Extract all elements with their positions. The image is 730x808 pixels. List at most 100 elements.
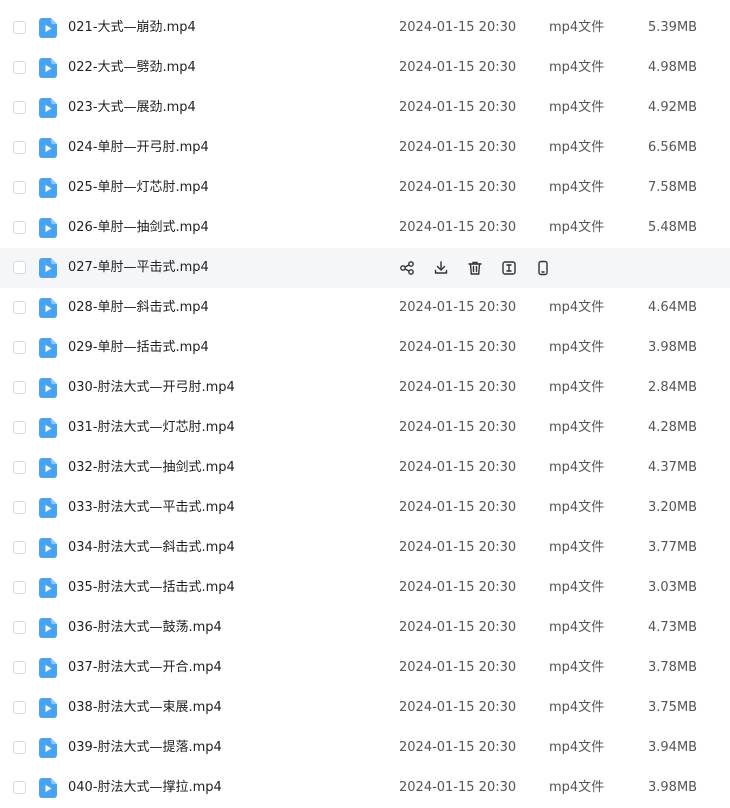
file-type: mp4文件 bbox=[549, 700, 605, 715]
file-name[interactable]: 037-肘法大式—开合.mp4 bbox=[68, 648, 222, 688]
file-name[interactable]: 038-肘法大式—束展.mp4 bbox=[68, 688, 222, 728]
file-date: 2024-01-15 20:30 bbox=[399, 740, 517, 755]
video-file-icon bbox=[39, 98, 57, 118]
row-checkbox[interactable] bbox=[13, 141, 26, 154]
file-size: 4.64MB bbox=[648, 300, 698, 315]
file-row[interactable]: 030-肘法大式—开弓肘.mp4 2024-01-15 20:30 mp4文件 2.8… bbox=[0, 368, 730, 408]
row-checkbox[interactable] bbox=[13, 101, 26, 114]
file-row[interactable]: 028-单肘—斜击式.mp4 2024-01-15 20:30 mp4文件 4.64M… bbox=[0, 288, 730, 328]
file-date: 2024-01-15 20:30 bbox=[399, 100, 517, 115]
file-name[interactable]: 029-单肘—括击式.mp4 bbox=[68, 328, 209, 368]
file-row[interactable]: 035-肘法大式—括击式.mp4 2024-01-15 20:30 mp4文件 3.0… bbox=[0, 568, 730, 608]
file-date: 2024-01-15 20:30 bbox=[399, 660, 517, 675]
row-checkbox[interactable] bbox=[13, 421, 26, 434]
file-row[interactable]: 039-肘法大式—提落.mp4 2024-01-15 20:30 mp4文件 3.94… bbox=[0, 728, 730, 768]
file-size: 2.84MB bbox=[648, 380, 698, 395]
download-icon[interactable] bbox=[432, 259, 450, 277]
video-file-icon bbox=[39, 698, 57, 718]
rename-icon[interactable] bbox=[500, 259, 518, 277]
video-file-icon bbox=[39, 218, 57, 238]
row-checkbox[interactable] bbox=[13, 21, 26, 34]
file-date: 2024-01-15 20:30 bbox=[399, 220, 517, 235]
file-type: mp4文件 bbox=[549, 420, 605, 435]
file-type: mp4文件 bbox=[549, 460, 605, 475]
file-name[interactable]: 030-肘法大式—开弓肘.mp4 bbox=[68, 368, 235, 408]
file-size: 3.20MB bbox=[648, 500, 698, 515]
file-name[interactable]: 031-肘法大式—灯芯肘.mp4 bbox=[68, 408, 235, 448]
row-checkbox[interactable] bbox=[13, 261, 26, 274]
file-row[interactable]: 031-肘法大式—灯芯肘.mp4 2024-01-15 20:30 mp4文件 4.2… bbox=[0, 408, 730, 448]
file-type: mp4文件 bbox=[549, 380, 605, 395]
share-icon[interactable] bbox=[398, 259, 416, 277]
file-type: mp4文件 bbox=[549, 220, 605, 235]
delete-icon[interactable] bbox=[466, 259, 484, 277]
mobile-icon[interactable] bbox=[534, 259, 552, 277]
file-name[interactable]: 027-单肘—平击式.mp4 bbox=[68, 248, 209, 288]
file-name[interactable]: 024-单肘—开弓肘.mp4 bbox=[68, 128, 209, 168]
file-name[interactable]: 021-大式—崩劲.mp4 bbox=[68, 8, 196, 48]
file-size: 3.77MB bbox=[648, 540, 698, 555]
file-name[interactable]: 028-单肘—斜击式.mp4 bbox=[68, 288, 209, 328]
file-row[interactable]: 032-肘法大式—抽剑式.mp4 2024-01-15 20:30 mp4文件 4.3… bbox=[0, 448, 730, 488]
file-row[interactable]: 034-肘法大式—斜击式.mp4 2024-01-15 20:30 mp4文件 3.7… bbox=[0, 528, 730, 568]
file-name[interactable]: 036-肘法大式—鼓荡.mp4 bbox=[68, 608, 222, 648]
file-name[interactable]: 039-肘法大式—提落.mp4 bbox=[68, 728, 222, 768]
row-checkbox[interactable] bbox=[13, 661, 26, 674]
file-name[interactable]: 032-肘法大式—抽剑式.mp4 bbox=[68, 448, 235, 488]
file-name[interactable]: 023-大式—展劲.mp4 bbox=[68, 88, 196, 128]
file-row[interactable]: 022-大式—劈劲.mp4 2024-01-15 20:30 mp4文件 4.98MB bbox=[0, 48, 730, 88]
row-checkbox[interactable] bbox=[13, 61, 26, 74]
file-size: 4.73MB bbox=[648, 620, 698, 635]
file-row[interactable]: 027-单肘—平击式.mp4 bbox=[0, 248, 730, 288]
row-checkbox[interactable] bbox=[13, 221, 26, 234]
file-date: 2024-01-15 20:30 bbox=[399, 340, 517, 355]
row-checkbox[interactable] bbox=[13, 741, 26, 754]
file-name[interactable]: 025-单肘—灯芯肘.mp4 bbox=[68, 168, 209, 208]
file-row[interactable]: 023-大式—展劲.mp4 2024-01-15 20:30 mp4文件 4.92MB bbox=[0, 88, 730, 128]
video-file-icon bbox=[39, 258, 57, 278]
file-row[interactable]: 037-肘法大式—开合.mp4 2024-01-15 20:30 mp4文件 3.78… bbox=[0, 648, 730, 688]
file-row[interactable]: 040-肘法大式—撑拉.mp4 2024-01-15 20:30 mp4文件 3.98… bbox=[0, 768, 730, 808]
file-size: 7.58MB bbox=[648, 180, 698, 195]
row-checkbox[interactable] bbox=[13, 381, 26, 394]
file-row[interactable]: 025-单肘—灯芯肘.mp4 2024-01-15 20:30 mp4文件 7.58M… bbox=[0, 168, 730, 208]
file-date: 2024-01-15 20:30 bbox=[399, 580, 517, 595]
file-size: 4.92MB bbox=[648, 100, 698, 115]
file-row[interactable]: 026-单肘—抽剑式.mp4 2024-01-15 20:30 mp4文件 5.48M… bbox=[0, 208, 730, 248]
file-name[interactable]: 033-肘法大式—平击式.mp4 bbox=[68, 488, 235, 528]
row-checkbox[interactable] bbox=[13, 621, 26, 634]
file-name[interactable]: 026-单肘—抽剑式.mp4 bbox=[68, 208, 209, 248]
row-checkbox[interactable] bbox=[13, 541, 26, 554]
file-type: mp4文件 bbox=[549, 60, 605, 75]
file-list: 021-大式—崩劲.mp4 2024-01-15 20:30 mp4文件 5.39MB… bbox=[0, 0, 730, 807]
row-checkbox[interactable] bbox=[13, 701, 26, 714]
file-row[interactable]: 021-大式—崩劲.mp4 2024-01-15 20:30 mp4文件 5.39MB bbox=[0, 8, 730, 48]
video-file-icon bbox=[39, 538, 57, 558]
row-checkbox[interactable] bbox=[13, 181, 26, 194]
file-date: 2024-01-15 20:30 bbox=[399, 620, 517, 635]
file-name[interactable]: 035-肘法大式—括击式.mp4 bbox=[68, 568, 235, 608]
file-row[interactable]: 029-单肘—括击式.mp4 2024-01-15 20:30 mp4文件 3.98M… bbox=[0, 328, 730, 368]
video-file-icon bbox=[39, 378, 57, 398]
row-checkbox[interactable] bbox=[13, 581, 26, 594]
row-checkbox[interactable] bbox=[13, 501, 26, 514]
file-name[interactable]: 040-肘法大式—撑拉.mp4 bbox=[68, 768, 222, 808]
row-checkbox[interactable] bbox=[13, 341, 26, 354]
file-row[interactable]: 024-单肘—开弓肘.mp4 2024-01-15 20:30 mp4文件 6.56M… bbox=[0, 128, 730, 168]
video-file-icon bbox=[39, 338, 57, 358]
video-file-icon bbox=[39, 578, 57, 598]
row-checkbox[interactable] bbox=[13, 301, 26, 314]
file-size: 3.75MB bbox=[648, 700, 698, 715]
file-row[interactable]: 033-肘法大式—平击式.mp4 2024-01-15 20:30 mp4文件 3.2… bbox=[0, 488, 730, 528]
video-file-icon bbox=[39, 138, 57, 158]
row-checkbox[interactable] bbox=[13, 781, 26, 794]
file-size: 5.39MB bbox=[648, 20, 698, 35]
video-file-icon bbox=[39, 18, 57, 38]
video-file-icon bbox=[39, 298, 57, 318]
file-row[interactable]: 038-肘法大式—束展.mp4 2024-01-15 20:30 mp4文件 3.75… bbox=[0, 688, 730, 728]
file-date: 2024-01-15 20:30 bbox=[399, 500, 517, 515]
file-name[interactable]: 034-肘法大式—斜击式.mp4 bbox=[68, 528, 235, 568]
file-name[interactable]: 022-大式—劈劲.mp4 bbox=[68, 48, 196, 88]
file-row[interactable]: 036-肘法大式—鼓荡.mp4 2024-01-15 20:30 mp4文件 4.73… bbox=[0, 608, 730, 648]
row-checkbox[interactable] bbox=[13, 461, 26, 474]
